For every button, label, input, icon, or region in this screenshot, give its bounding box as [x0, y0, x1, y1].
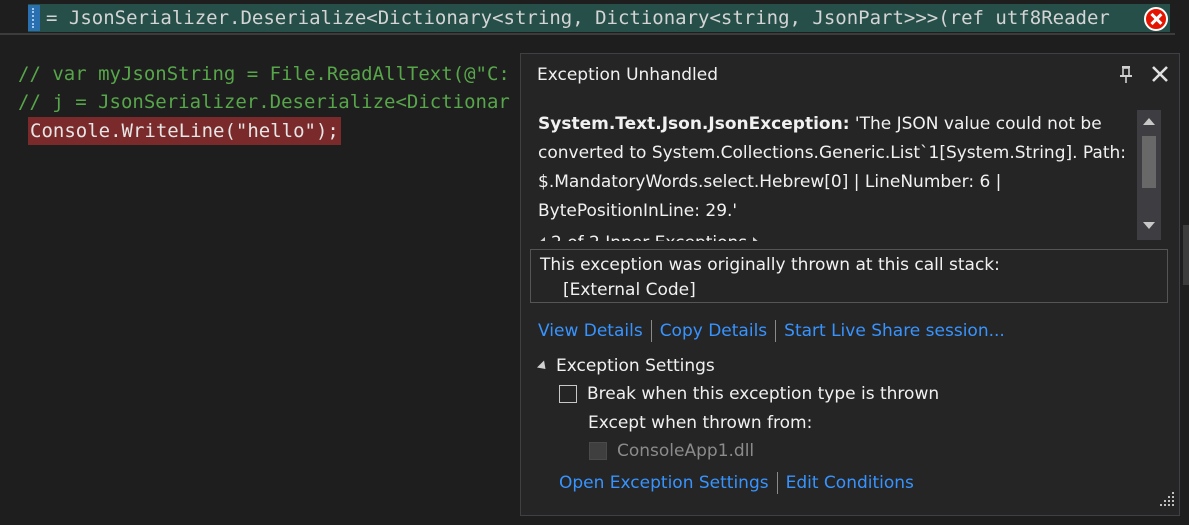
- module-exception-option: ConsoleApp1.dll: [589, 441, 754, 461]
- code-line-current[interactable]: = JsonSerializer.Deserialize<Dictionary<…: [28, 4, 1170, 32]
- expanded-triangle-icon: [536, 359, 550, 373]
- settings-links: Open Exception Settings Edit Conditions: [559, 472, 914, 494]
- breakpoint-caret-icon: [28, 5, 40, 31]
- code-line-3[interactable]: // j = JsonSerializer.Deserialize<Dictio…: [18, 88, 510, 116]
- inner-exceptions-nav[interactable]: 2 of 2 Inner Exceptions: [538, 229, 761, 241]
- inner-exceptions-label: 2 of 2 Inner Exceptions: [551, 233, 747, 241]
- scroll-thumb[interactable]: [1142, 136, 1156, 188]
- code-line-2[interactable]: // var myJsonString = File.ReadAllText(@…: [18, 60, 510, 88]
- line-divider: [0, 33, 1175, 35]
- resize-grip-icon[interactable]: [1158, 490, 1176, 508]
- view-details-link[interactable]: View Details: [538, 321, 643, 341]
- exception-settings-toggle[interactable]: Exception Settings: [536, 356, 715, 376]
- scroll-down-icon[interactable]: [1143, 222, 1155, 229]
- exception-message: System.Text.Json.JsonException: 'The JSO…: [538, 110, 1128, 226]
- scroll-up-icon[interactable]: [1143, 118, 1155, 125]
- except-when-label: Except when thrown from:: [588, 413, 813, 433]
- link-separator: [775, 320, 777, 342]
- exception-type: System.Text.Json.JsonException:: [538, 114, 850, 134]
- edit-conditions-link[interactable]: Edit Conditions: [786, 473, 914, 493]
- exception-message-area: System.Text.Json.JsonException: 'The JSO…: [521, 106, 1161, 242]
- call-stack-box: This exception was originally thrown at …: [530, 249, 1168, 303]
- live-share-link[interactable]: Start Live Share session...: [784, 321, 1005, 341]
- code-line-4[interactable]: Console.WriteLine("hello");: [28, 117, 341, 145]
- copy-details-link[interactable]: Copy Details: [660, 321, 767, 341]
- popup-header: Exception Unhandled: [521, 54, 1179, 96]
- next-inner-exception-icon[interactable]: [753, 237, 761, 241]
- call-stack-frame[interactable]: [External Code]: [563, 280, 696, 300]
- module-checkbox: [589, 442, 607, 460]
- action-links: View Details Copy Details Start Live Share…: [538, 320, 1005, 342]
- error-icon[interactable]: [1144, 7, 1168, 31]
- exception-settings-heading: Exception Settings: [556, 356, 715, 376]
- link-separator: [650, 320, 652, 342]
- previous-inner-exception-icon[interactable]: [538, 237, 545, 241]
- close-icon[interactable]: [1149, 63, 1171, 85]
- link-separator: [776, 472, 778, 494]
- break-when-thrown-label: Break when this exception type is thrown: [587, 384, 940, 404]
- editor-scrollbar[interactable]: [1183, 225, 1189, 285]
- message-scrollbar[interactable]: [1137, 110, 1161, 240]
- break-when-thrown-checkbox[interactable]: [559, 385, 577, 403]
- open-exception-settings-link[interactable]: Open Exception Settings: [559, 473, 769, 493]
- exception-popup: Exception Unhandled System.Text.Json.Jso…: [520, 53, 1180, 516]
- popup-title: Exception Unhandled: [537, 65, 719, 85]
- module-label: ConsoleApp1.dll: [617, 441, 755, 461]
- break-when-thrown-option[interactable]: Break when this exception type is thrown: [559, 384, 939, 404]
- call-stack-heading: This exception was originally thrown at …: [540, 255, 1000, 275]
- pin-icon[interactable]: [1117, 64, 1135, 84]
- code-line-1-text: = JsonSerializer.Deserialize<Dictionary<…: [46, 7, 1110, 29]
